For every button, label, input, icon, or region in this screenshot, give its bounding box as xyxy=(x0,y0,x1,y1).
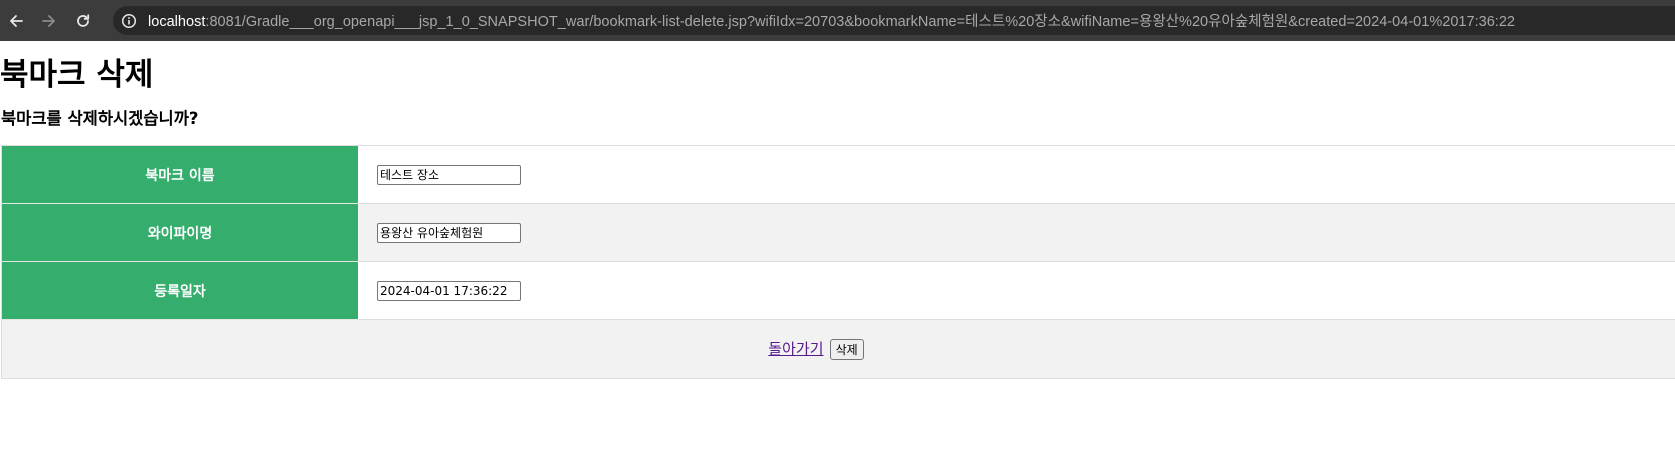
url-path: :8081/Gradle___org_openapi___jsp_1_0_SNA… xyxy=(205,14,1516,30)
site-info-icon[interactable] xyxy=(121,13,137,29)
row-value-cell xyxy=(358,203,1675,262)
created-date-field[interactable] xyxy=(377,281,521,301)
back-link[interactable]: 돌아가기 xyxy=(768,340,823,358)
forward-arrow-icon[interactable] xyxy=(35,7,63,35)
row-label-created-date: 등록일자 xyxy=(1,261,358,320)
row-value-cell xyxy=(358,261,1675,320)
bookmark-detail-table: 북마크 이름 와이파이명 등록일자 돌아가기 삭제 xyxy=(1,145,1675,379)
page-title: 북마크 삭제 xyxy=(0,57,154,93)
row-label-bookmark-name: 북마크 이름 xyxy=(1,145,358,204)
table-row: 북마크 이름 xyxy=(1,145,1675,204)
back-arrow-icon[interactable] xyxy=(2,7,30,35)
url-text[interactable]: localhost:8081/Gradle___org_openapi___js… xyxy=(148,10,1515,31)
table-row: 와이파이명 xyxy=(1,203,1675,262)
table-row: 등록일자 xyxy=(1,261,1675,320)
browser-toolbar: localhost:8081/Gradle___org_openapi___js… xyxy=(0,0,1675,41)
row-label-wifi-name: 와이파이명 xyxy=(1,203,358,262)
row-value-cell xyxy=(358,146,1675,204)
address-bar[interactable]: localhost:8081/Gradle___org_openapi___js… xyxy=(113,6,1675,35)
url-host: localhost xyxy=(148,14,206,30)
wifi-name-field[interactable] xyxy=(377,223,521,243)
confirm-question: 북마크를 삭제하시겠습니까? xyxy=(1,109,199,128)
reload-icon[interactable] xyxy=(69,7,97,35)
table-footer-row: 돌아가기 삭제 xyxy=(1,319,1675,379)
action-cell: 돌아가기 삭제 xyxy=(1,319,1675,379)
bookmark-name-field[interactable] xyxy=(377,165,521,185)
delete-button[interactable]: 삭제 xyxy=(829,339,864,360)
